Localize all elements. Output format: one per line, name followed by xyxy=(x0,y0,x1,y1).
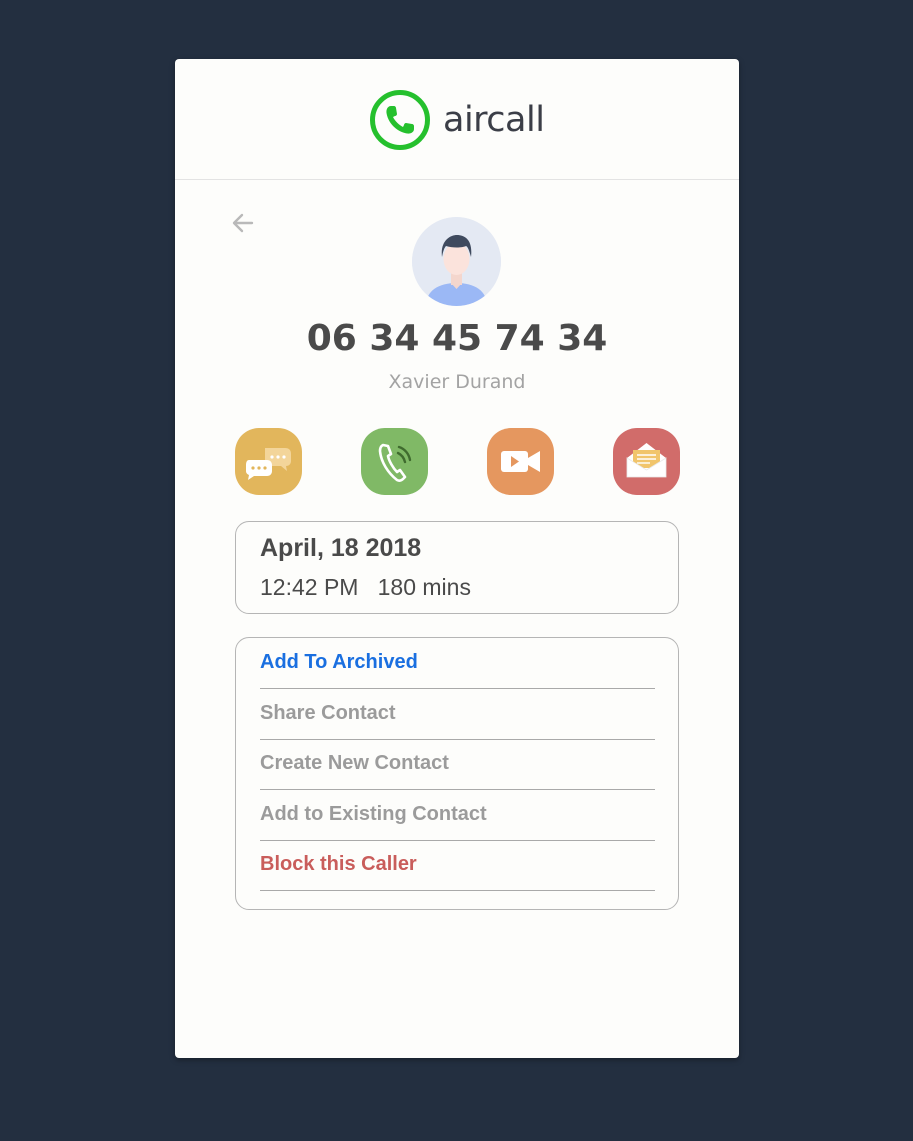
menu-create-new-contact[interactable]: Create New Contact xyxy=(260,739,655,790)
person-avatar-icon xyxy=(412,217,501,306)
menu-block-caller[interactable]: Block this Caller xyxy=(260,840,655,891)
arrow-left-icon xyxy=(232,213,254,233)
call-date: April, 18 2018 xyxy=(260,534,422,562)
aircall-phone-logo-icon xyxy=(370,90,430,150)
chat-bubbles-icon xyxy=(246,448,291,480)
call-time: 12:42 PM xyxy=(260,574,359,600)
message-button[interactable] xyxy=(235,428,302,495)
contact-avatar xyxy=(412,217,501,306)
email-button[interactable] xyxy=(613,428,680,495)
menu-add-to-existing-contact[interactable]: Add to Existing Contact xyxy=(260,790,655,841)
back-button[interactable] xyxy=(229,209,257,237)
caller-name: Xavier Durand xyxy=(388,371,526,393)
video-call-button[interactable] xyxy=(487,428,554,495)
app-header: aircall xyxy=(175,59,739,180)
call-detail-panel: aircall 06 34 45 74 34 Xavier Durand Apr… xyxy=(175,59,739,1058)
envelope-icon xyxy=(626,443,667,478)
contact-actions-menu: Add To Archived Share Contact Create New… xyxy=(235,637,679,910)
aircall-logo: aircall xyxy=(369,89,545,151)
caller-phone-number: 06 34 45 74 34 xyxy=(306,318,608,359)
menu-share-contact[interactable]: Share Contact xyxy=(260,689,655,740)
brand-name: aircall xyxy=(443,100,545,140)
phone-call-icon xyxy=(378,443,412,482)
video-camera-icon xyxy=(501,451,540,472)
menu-add-to-archived[interactable]: Add To Archived xyxy=(260,638,655,689)
call-button[interactable] xyxy=(361,428,428,495)
call-time-duration: 12:42 PM 180 mins xyxy=(260,574,471,601)
call-info-card: April, 18 2018 12:42 PM 180 mins xyxy=(235,521,679,614)
call-duration: 180 mins xyxy=(377,574,471,600)
